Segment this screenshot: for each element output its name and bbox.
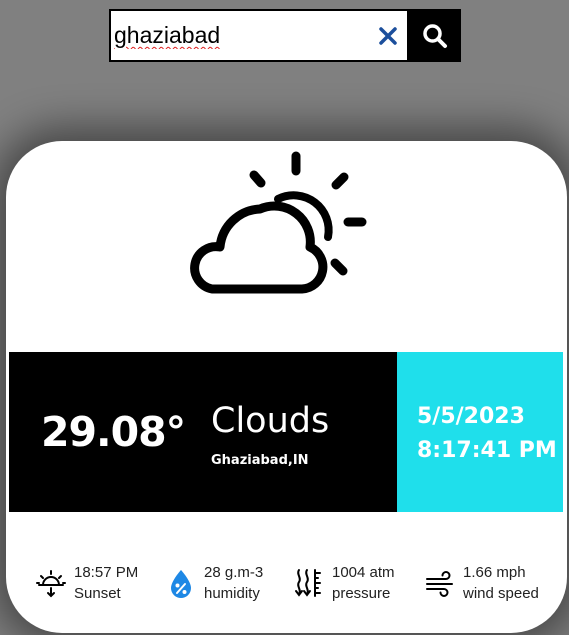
clear-button[interactable] [375,23,401,49]
pressure-value: 1004 atm [332,564,395,581]
weather-stats: 18:57 PM Sunset 28 g.m-3 humidity 1004 a… [6,561,567,605]
sunset-label: Sunset [74,585,121,602]
humidity-label: humidity [204,585,260,602]
temperature-value: 29.08° [41,408,186,456]
wind-text: 1.66 mph wind speed [463,562,539,604]
weather-condition: Clouds [211,401,330,441]
stat-humidity: 28 g.m-3 humidity [164,561,263,605]
weather-card: 29.08° Clouds Ghaziabad,IN 5/5/2023 8:17… [6,141,567,633]
wind-label: wind speed [463,585,539,602]
search-bar [109,9,461,62]
search-button[interactable] [409,9,461,62]
weather-icon-container [182,147,372,297]
sunset-text: 18:57 PM Sunset [74,562,138,604]
wind-icon [423,566,457,600]
humidity-icon [164,566,198,600]
stat-sunset: 18:57 PM Sunset [34,561,138,605]
search-field-wrapper [109,9,409,62]
sunset-icon [34,566,68,600]
time-value: 8:17:41 PM [417,438,557,463]
stat-pressure: 1004 atm pressure [292,561,395,605]
pressure-icon [292,566,326,600]
datetime-panel: 5/5/2023 8:17:41 PM [397,352,563,512]
location-label: Ghaziabad,IN [211,453,309,468]
close-icon [379,27,397,45]
date-value: 5/5/2023 [417,404,525,429]
search-icon [423,23,447,48]
search-input[interactable] [111,11,407,60]
stat-wind: 1.66 mph wind speed [423,561,539,605]
pressure-text: 1004 atm pressure [332,562,395,604]
weather-info-band: 29.08° Clouds Ghaziabad,IN 5/5/2023 8:17… [9,352,563,512]
humidity-value: 28 g.m-3 [204,564,264,581]
partly-cloudy-icon [190,151,367,294]
wind-value: 1.66 mph [463,564,526,581]
humidity-text: 28 g.m-3 humidity [204,562,263,604]
pressure-label: pressure [332,585,391,602]
sunset-value: 18:57 PM [74,564,139,581]
weather-summary-panel: 29.08° Clouds Ghaziabad,IN [9,352,397,512]
